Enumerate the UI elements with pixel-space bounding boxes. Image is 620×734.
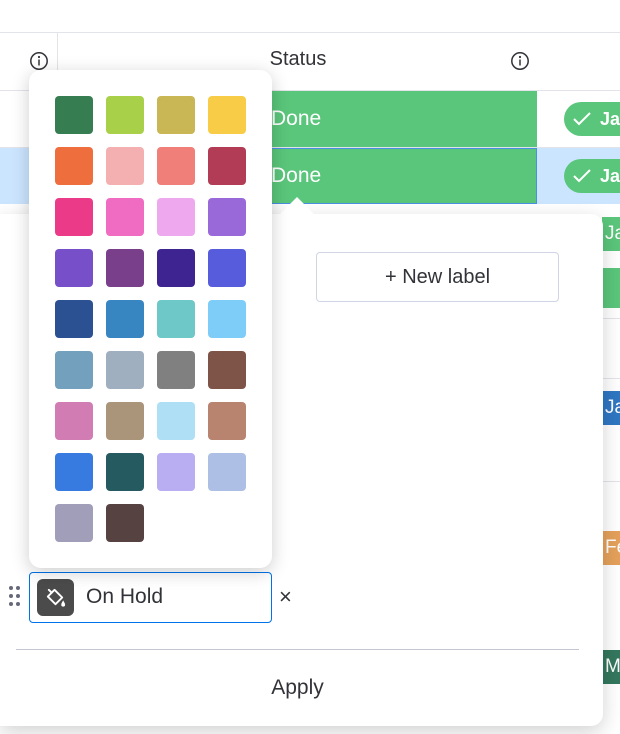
date-pill-text: Jan [600,109,620,129]
color-swatch[interactable] [55,96,93,134]
date-chip-partial[interactable]: Ja [602,391,620,425]
color-swatch[interactable] [106,147,144,185]
header-top-border [0,32,620,33]
paint-bucket-icon [46,588,66,607]
color-swatch[interactable] [157,249,195,287]
color-swatch[interactable] [157,402,195,440]
color-swatch[interactable] [106,504,144,542]
color-swatch[interactable] [208,453,246,491]
date-chip-partial[interactable]: M [602,650,620,684]
date-chip-partial[interactable]: Ja [602,217,620,251]
date-pill[interactable]: Jan [564,159,620,193]
color-picker-button[interactable] [37,579,74,616]
color-picker-popover [29,70,272,568]
color-swatch[interactable] [55,504,93,542]
check-icon [573,112,591,126]
new-label-button[interactable]: + New label [316,252,559,302]
color-swatch[interactable] [157,198,195,236]
color-swatch[interactable] [208,198,246,236]
row-divider [603,318,620,319]
color-swatch[interactable] [157,96,195,134]
color-swatch[interactable] [55,147,93,185]
status-column-title[interactable]: Status [58,48,538,71]
color-swatch[interactable] [157,300,195,338]
color-swatch[interactable] [106,300,144,338]
color-swatch[interactable] [55,249,93,287]
delete-label-icon[interactable]: × [279,585,292,609]
color-swatch[interactable] [208,351,246,389]
label-name-input[interactable] [86,582,256,612]
date-chip-partial[interactable] [602,268,620,308]
drag-handle-icon[interactable] [9,586,21,608]
color-swatch[interactable] [208,96,246,134]
color-swatch[interactable] [106,249,144,287]
apply-button[interactable]: Apply [150,668,445,708]
status-info-icon[interactable] [510,51,530,71]
check-icon [573,169,591,183]
color-swatch[interactable] [55,402,93,440]
info-icon[interactable] [29,51,49,71]
color-swatch[interactable] [106,96,144,134]
color-swatch[interactable] [208,402,246,440]
color-swatch[interactable] [106,198,144,236]
color-swatch[interactable] [106,402,144,440]
date-pill[interactable]: Jan [564,102,620,136]
color-swatch[interactable] [157,453,195,491]
date-pill-text: Jan [600,166,620,186]
color-swatch[interactable] [208,147,246,185]
color-swatch[interactable] [55,300,93,338]
color-swatch[interactable] [208,300,246,338]
date-chip-partial[interactable]: Fe [602,531,620,565]
row-divider [603,378,620,379]
color-swatch[interactable] [106,453,144,491]
color-swatch[interactable] [208,249,246,287]
color-swatch[interactable] [55,453,93,491]
label-input-container [29,572,272,623]
color-swatch[interactable] [55,198,93,236]
row-divider [603,481,620,482]
color-swatch[interactable] [157,351,195,389]
color-swatch[interactable] [106,351,144,389]
footer-divider [16,649,579,650]
color-swatch[interactable] [55,351,93,389]
color-swatch[interactable] [157,147,195,185]
